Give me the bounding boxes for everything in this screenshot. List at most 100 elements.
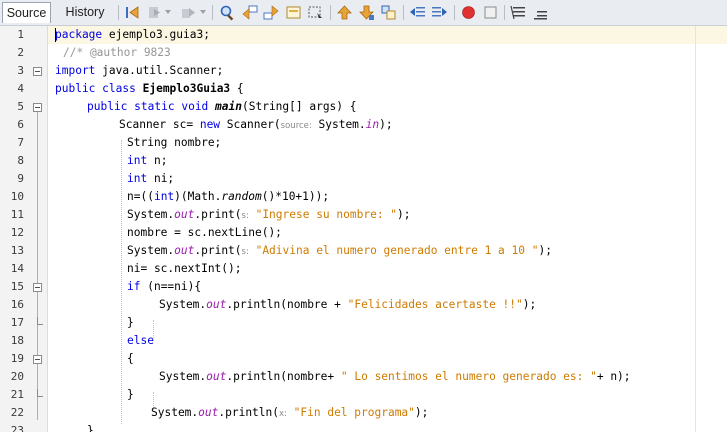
fold-end-icon [37,389,43,397]
static-method: random [221,190,262,203]
parameter-hint: source: [280,121,312,131]
line-number: 8 [17,154,24,167]
code-text: ); [522,298,537,311]
toolbar-separator [403,5,404,20]
code-text: ni= sc.nextInt(); [127,262,242,275]
code-text: (n==ni){ [140,280,202,293]
line-number-gutter: 1 2 3 4 5 6 7 8 9 10 11 12 13 14 15 16 1… [0,26,48,432]
field: out [198,406,219,419]
forward-icon[interactable] [146,4,163,21]
code-text: { [230,82,244,95]
find-icon[interactable] [219,4,236,21]
code-line-1: package ejemplo3.guia3; [55,26,210,44]
history-dropdown-icon[interactable] [200,10,206,14]
comment-icon[interactable] [510,4,527,21]
keyword: public [87,100,128,113]
parameter-hint: s: [241,211,249,221]
line-number: 5 [17,100,24,113]
code-text: } [127,316,134,329]
line-number: 16 [10,298,24,311]
line-number: 4 [17,82,24,95]
code-text: ); [379,118,393,131]
code-text: ); [397,208,411,221]
keyword: int [127,172,148,185]
toolbar-separator [118,5,119,20]
code-line-19: { [127,350,134,368]
code-text: ()*10+1)); [261,190,330,203]
fold-end-icon [37,317,43,325]
code-text: + n); [596,370,631,383]
code-text: .println(nombre+ [226,370,341,383]
code-line-3: import java.util.Scanner; [55,62,223,80]
code-text: ni; [147,172,175,185]
string-literal: "Fin del programa" [293,406,415,419]
code-line-16: System.out.println(nombre + "Felicidades… [159,296,536,314]
code-text: System. [159,370,207,383]
code-text: nombre = sc.nextLine(); [127,226,282,239]
string-literal: "Felicidades acertaste !!" [347,298,523,311]
code-text: .println( [218,406,279,419]
field: out [174,208,195,221]
code-line-22: System.out.println(x: "Fin del programa"… [151,404,428,422]
previous-bookmark-icon[interactable] [336,4,353,21]
string-literal: " Lo sentimos el numero generado es: " [340,370,597,383]
field: in [365,118,380,131]
keyword: class [102,82,136,95]
code-line-18: else [127,332,154,350]
history-icon[interactable] [180,4,197,21]
code-text: ejemplo3.guia3; [102,28,210,41]
fold-toggle-icon[interactable] [33,283,42,292]
keyword: if [127,280,141,293]
find-previous-icon[interactable] [241,4,258,21]
editor-toolbar: Source History [0,0,727,26]
find-selection-icon[interactable] [285,4,302,21]
keyword: static [134,100,175,113]
line-number: 23 [10,424,24,432]
code-text: .print( [194,208,242,221]
code-line-11: System.out.print(s: "Ingrese su nombre: … [127,206,411,224]
toggle-bookmark-icon[interactable] [380,4,397,21]
tab-source[interactable]: Source [2,2,51,23]
forward-dropdown-icon[interactable] [165,10,171,14]
fold-toggle-icon[interactable] [33,355,42,364]
code-text: String nombre; [127,136,222,149]
string-literal: "Ingrese su nombre: " [255,208,398,221]
code-text: ); [414,406,429,419]
line-number: 21 [10,388,24,401]
line-number: 3 [17,64,24,77]
tab-history[interactable]: History [58,2,112,23]
line-number: 6 [17,118,24,131]
start-macro-icon[interactable] [460,4,477,21]
code-text: } [87,424,94,432]
code-text: } [127,388,134,401]
code-line-21: } [127,386,134,404]
code-line-4: public class Ejemplo3Guia3 { [55,80,244,98]
toggle-highlight-icon[interactable] [307,4,324,21]
right-margin-line [695,26,696,432]
code-text: Scanner sc= [119,118,200,131]
uncomment-icon[interactable] [532,4,549,21]
stop-macro-icon[interactable] [482,4,499,21]
keyword: else [127,334,154,347]
fold-toggle-icon[interactable] [33,103,42,112]
code-text: System. [127,244,175,257]
field: out [174,244,195,257]
back-icon[interactable] [124,4,141,21]
fold-toggle-icon[interactable] [33,67,42,76]
field: out [206,370,227,383]
next-bookmark-icon[interactable] [358,4,375,21]
field: out [206,298,227,311]
code-editor[interactable]: 1 2 3 4 5 6 7 8 9 10 11 12 13 14 15 16 1… [0,26,727,432]
code-text: java.util.Scanner; [95,64,224,77]
keyword: int [127,154,148,167]
keyword: import [55,64,96,77]
find-next-icon[interactable] [263,4,280,21]
code-line-5: public static void main(String[] args) { [87,98,357,116]
code-text: n; [147,154,168,167]
shift-right-icon[interactable] [431,4,448,21]
keyword: public [55,82,96,95]
code-line-15: if (n==ni){ [127,278,201,296]
shift-left-icon[interactable] [409,4,426,21]
line-number: 14 [10,262,24,275]
code-text: .println(nombre + [226,298,348,311]
